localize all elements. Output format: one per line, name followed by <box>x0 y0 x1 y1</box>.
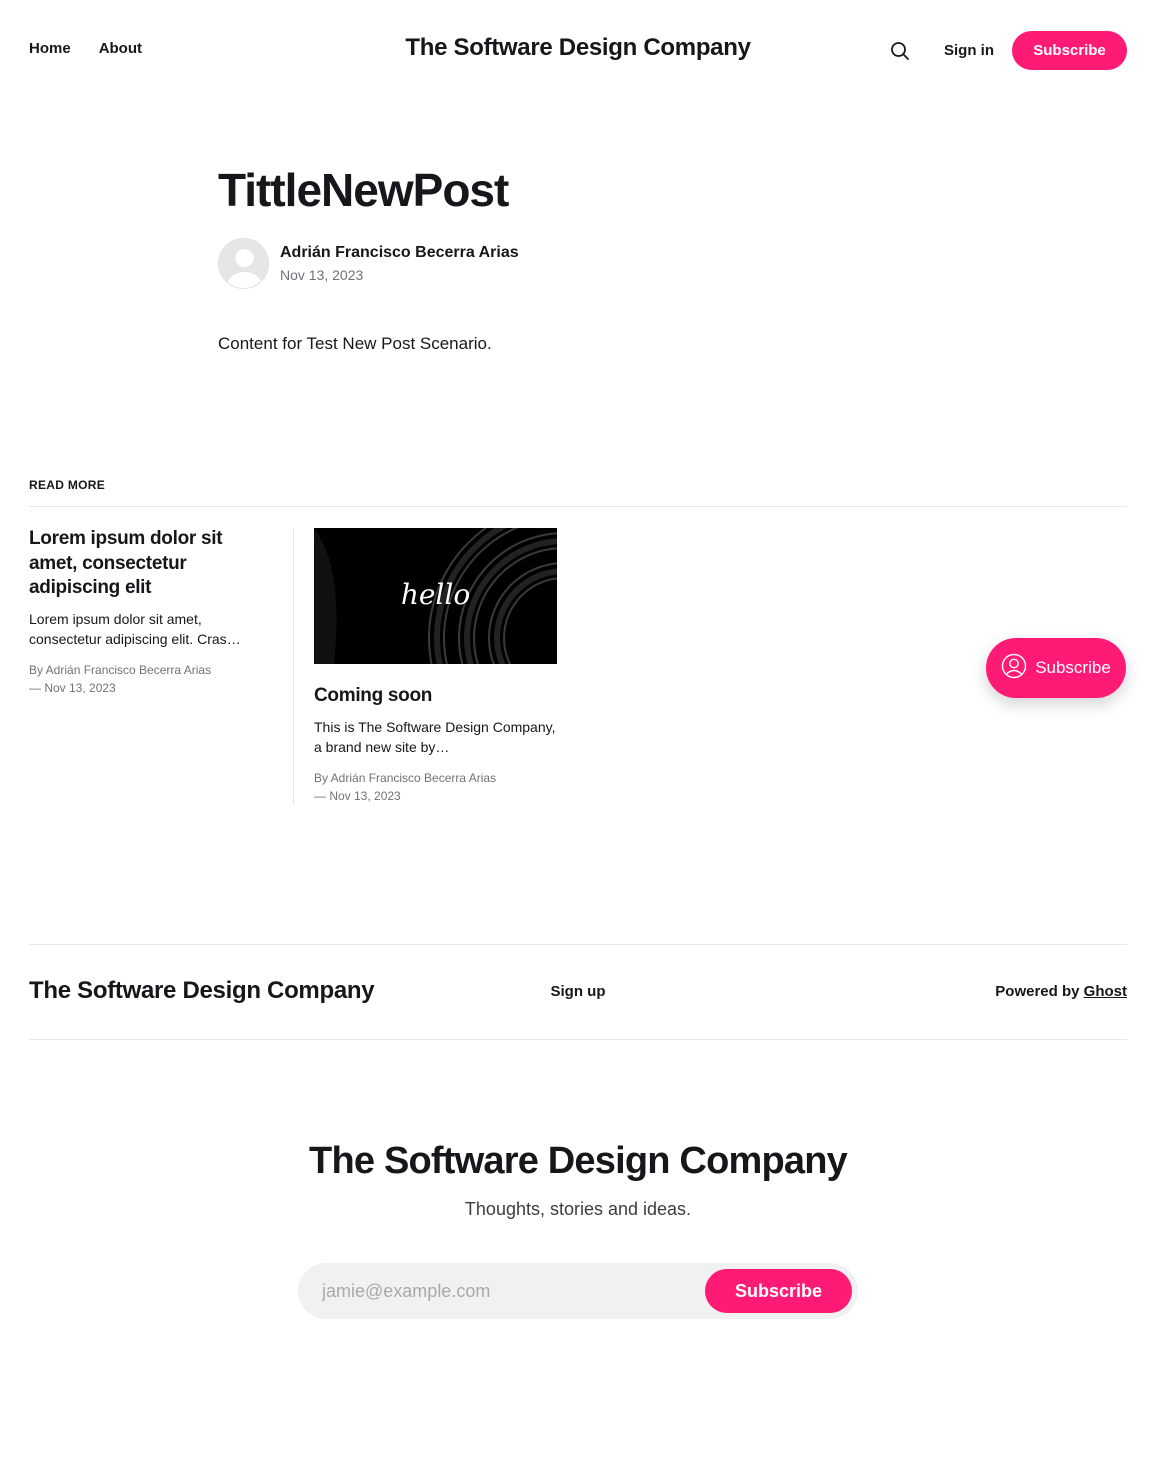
post-card-title[interactable]: Coming soon <box>314 684 557 709</box>
floating-subscribe-label: Subscribe <box>1035 658 1111 677</box>
email-input[interactable] <box>322 1263 692 1319</box>
footer-top-divider <box>29 944 1127 945</box>
post-card-image-text: hello <box>400 578 471 611</box>
footer-sign-up-link[interactable]: Sign up <box>551 983 606 1000</box>
post-card-meta: By Adrián Francisco Becerra Arias — Nov … <box>314 769 557 805</box>
header-subscribe-button[interactable]: Subscribe <box>1012 31 1127 70</box>
cta-subscribe-button[interactable]: Subscribe <box>705 1269 852 1313</box>
read-more-divider <box>29 506 1127 507</box>
post-card-author: By Adrián Francisco Becerra Arias <box>29 662 212 677</box>
floating-subscribe-button[interactable]: Subscribe <box>986 638 1126 698</box>
post-card-image[interactable]: hello <box>314 528 557 664</box>
post-card[interactable]: Lorem ipsum dolor sit amet, consectetur … <box>29 527 269 697</box>
post-card-date: — Nov 13, 2023 <box>314 788 401 803</box>
site-header: Home About The Software Design Company S… <box>0 0 1156 100</box>
post-card-author: By Adrián Francisco Becerra Arias <box>314 770 497 785</box>
card-separator <box>293 528 294 805</box>
author-name[interactable]: Adrián Francisco Becerra Arias <box>280 244 519 262</box>
sign-in-link[interactable]: Sign in <box>944 42 994 59</box>
footer-bottom-divider <box>29 1039 1127 1040</box>
post-card-excerpt: Lorem ipsum dolor sit amet, consectetur … <box>29 610 241 647</box>
user-circle-icon <box>1001 653 1027 684</box>
post-card-meta: By Adrián Francisco Becerra Arias — Nov … <box>29 661 269 697</box>
cta-site-title: The Software Design Company <box>309 1140 848 1182</box>
user-placeholder-icon <box>219 239 268 288</box>
header-actions: Sign in Subscribe <box>888 31 1127 70</box>
powered-by: Powered by Ghost <box>995 983 1127 1000</box>
read-more-heading: READ MORE <box>29 478 106 492</box>
powered-by-label: Powered by <box>995 983 1080 1000</box>
footer-nav: Sign up <box>0 983 1156 1000</box>
search-icon[interactable] <box>888 39 912 63</box>
post-content: Content for Test New Post Scenario. <box>218 334 492 353</box>
post-title: TittleNewPost <box>218 164 509 216</box>
post-card-date: — Nov 13, 2023 <box>29 680 116 695</box>
post-card-excerpt: This is The Software Design Company, a b… <box>314 718 556 755</box>
ghost-link[interactable]: Ghost <box>1084 983 1127 1000</box>
author-avatar[interactable] <box>218 238 269 289</box>
post-date: Nov 13, 2023 <box>280 267 364 283</box>
subscribe-form: Subscribe <box>298 1263 858 1319</box>
cta-subtitle: Thoughts, stories and ideas. <box>464 1199 692 1219</box>
post-card-title[interactable]: Lorem ipsum dolor sit amet, consectetur … <box>29 527 269 601</box>
post-card[interactable]: hello Coming soon This is The Software D… <box>314 528 557 805</box>
